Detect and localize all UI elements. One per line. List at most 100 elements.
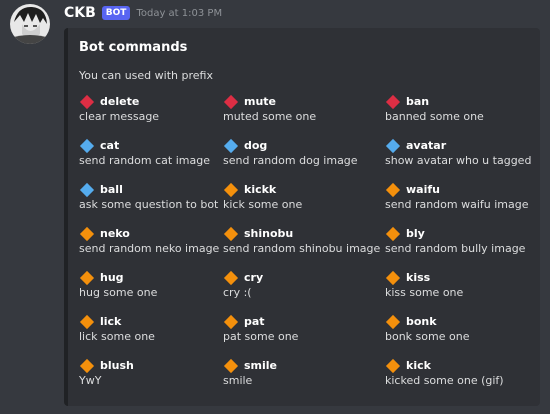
embed-field-name: pat [244,315,265,328]
embed-field-value: ask some question to bot [79,198,219,211]
embed-field-name-row: pat [223,313,385,330]
embed-field: delete clear message [79,93,223,137]
embed-field-name-row: avatar [385,137,545,154]
embed-field: hug hug some one [79,269,223,313]
embed-field-value: show avatar who u tagged [385,154,532,167]
embed-field: cry cry :( [223,269,385,313]
orange-diamond-icon [79,226,95,241]
embed-field-value: send random dog image [223,154,358,167]
embed-field-name: delete [100,95,140,108]
embed-field-value: send random neko image [79,242,220,255]
embed-field-name-row: ban [385,93,545,110]
orange-diamond-icon [385,182,401,197]
embed-field-value: kiss some one [385,286,464,299]
embed-field-value: send random cat image [79,154,210,167]
embed-field: neko send random neko image [79,225,223,269]
embed-field: blush YwY [79,357,223,401]
blue-diamond-icon [79,182,95,197]
embed-field-name-row: bonk [385,313,545,330]
embed-field: waifu send random waifu image [385,181,545,225]
red-diamond-icon [385,94,401,109]
orange-diamond-icon [223,182,239,197]
embed-field: shinobu send random shinobu image [223,225,385,269]
embed-field: dog send random dog image [223,137,385,181]
message-header: CKB BOT Today at 1:03 PM [64,3,222,23]
embed-field-name-row: dog [223,137,385,154]
embed-field: avatar show avatar who u tagged [385,137,545,181]
embed-field-name-row: neko [79,225,223,242]
embed-field-name: blush [100,359,134,372]
embed-field-name: bly [406,227,425,240]
embed-field-name: shinobu [244,227,294,240]
embed-field-name-row: kiss [385,269,545,286]
embed-field: bly send random bully image [385,225,545,269]
embed-field-name: ball [100,183,123,196]
embed-field-name: cry [244,271,264,284]
orange-diamond-icon [385,358,401,373]
blue-diamond-icon [385,138,401,153]
embed-field-name: kickk [244,183,277,196]
embed-field-name-row: delete [79,93,223,110]
bot-badge: BOT [101,6,131,20]
orange-diamond-icon [79,314,95,329]
orange-diamond-icon [385,314,401,329]
embed-field-name: mute [244,95,277,108]
orange-diamond-icon [79,358,95,373]
embed-field-value: kicked some one (gif) [385,374,504,387]
red-diamond-icon [79,94,95,109]
red-diamond-icon [223,94,239,109]
embed-field-name: bonk [406,315,437,328]
embed-field-name: ban [406,95,430,108]
embed-field-value: hug some one [79,286,158,299]
embed-field-name: kick [406,359,431,372]
embed-field-value: send random bully image [385,242,526,255]
embed-field-name-row: cry [223,269,385,286]
embed-field-name-row: hug [79,269,223,286]
embed-field-name: lick [100,315,122,328]
embed-field-name-row: bly [385,225,545,242]
embed-field: kickk kick some one [223,181,385,225]
embed-field: ball ask some question to bot [79,181,223,225]
embed-field: smile smile [223,357,385,401]
embed-field-value: lick some one [79,330,155,343]
embed-field-name-row: cat [79,137,223,154]
embed-field: kiss kiss some one [385,269,545,313]
embed-field-value: cry :( [223,286,252,299]
embed-field-value: send random shinobu image [223,242,381,255]
avatar[interactable] [10,4,50,44]
embed-field: pat pat some one [223,313,385,357]
orange-diamond-icon [79,270,95,285]
embed-field-name-row: mute [223,93,385,110]
embed-field-value: send random waifu image [385,198,529,211]
embed-field: kick kicked some one (gif) [385,357,545,401]
embed-field-value: clear message [79,110,160,123]
embed-field-value: kick some one [223,198,303,211]
embed-description: You can used with prefix [79,69,213,82]
embed-field-name: dog [244,139,268,152]
username[interactable]: CKB [64,5,96,21]
embed-field: bonk bonk some one [385,313,545,357]
orange-diamond-icon [385,226,401,241]
orange-diamond-icon [223,226,239,241]
embed-field-name-row: kickk [223,181,385,198]
avatar-image [10,4,50,44]
embed-field-value: banned some one [385,110,484,123]
embed-field-name-row: lick [79,313,223,330]
embed-field: lick lick some one [79,313,223,357]
embed-field-name-row: shinobu [223,225,385,242]
orange-diamond-icon [223,314,239,329]
embed-field-name: smile [244,359,278,372]
embed-field-value: bonk some one [385,330,470,343]
embed-field-name-row: waifu [385,181,545,198]
orange-diamond-icon [385,270,401,285]
orange-diamond-icon [223,270,239,285]
embed: Bot commands You can used with prefix de… [64,28,540,406]
embed-field-name-row: blush [79,357,223,374]
embed-field-name: kiss [406,271,431,284]
embed-field-value: pat some one [223,330,299,343]
embed-field-name-row: kick [385,357,545,374]
embed-field-value: smile [223,374,253,387]
embed-field: mute muted some one [223,93,385,137]
embed-field: ban banned some one [385,93,545,137]
embed-field-name-row: ball [79,181,223,198]
